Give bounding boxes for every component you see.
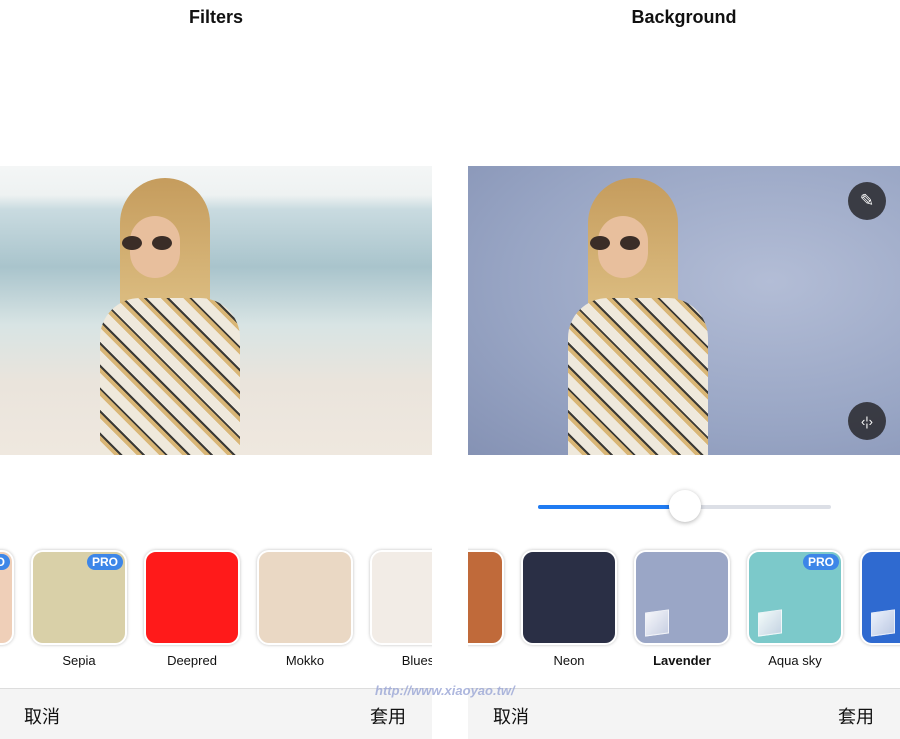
background-thumbnail[interactable] (860, 550, 900, 645)
filter-thumbnail[interactable] (370, 550, 432, 645)
background-thumbnail[interactable] (634, 550, 730, 645)
cancel-button[interactable]: 取消 (24, 703, 60, 729)
background-label: Lavender (653, 653, 711, 668)
filter-item[interactable]: PRO Sepia (31, 550, 127, 668)
filter-item[interactable]: Blues (370, 550, 432, 668)
photo-preview: ✎ ‹¦› (468, 166, 900, 455)
filter-label: Mokko (285, 653, 325, 668)
background-label: Az (860, 653, 900, 668)
filter-label: Deepred (167, 653, 217, 668)
brush-icon[interactable]: ✎ (848, 182, 886, 220)
background-thumbnail[interactable]: PRO (747, 550, 843, 645)
cube-icon (645, 609, 669, 637)
pro-badge: PRO (0, 554, 10, 570)
panel-title: Background (631, 7, 737, 27)
apply-button[interactable]: 套用 (370, 703, 406, 729)
split-compare-icon[interactable]: ‹¦› (848, 402, 886, 440)
background-thumbnail[interactable] (468, 550, 504, 645)
filter-item[interactable]: Mokko (257, 550, 353, 668)
person-photo (100, 178, 250, 455)
filter-label: Sepia (62, 653, 96, 668)
bottom-bar: 取消 套用 (0, 688, 432, 739)
cube-icon (871, 609, 895, 637)
pro-badge: PRO (802, 554, 839, 570)
background-item[interactable]: Az (860, 550, 900, 668)
background-item[interactable] (468, 550, 504, 653)
background-strip[interactable]: Neon Lavender PRO Aqua sky Az (468, 550, 900, 670)
filter-thumbnail[interactable] (257, 550, 353, 645)
watermark: http://www.xiaoyao.tw/ (375, 683, 515, 698)
photo-preview (0, 166, 432, 455)
bottom-bar: 取消 套用 (468, 688, 900, 739)
cube-icon (758, 609, 782, 637)
background-label: Neon (553, 653, 585, 668)
slider-thumb[interactable] (668, 490, 701, 522)
intensity-slider[interactable] (538, 490, 831, 522)
apply-button[interactable]: 套用 (838, 703, 874, 729)
filter-thumbnail[interactable] (144, 550, 240, 645)
filter-strip[interactable]: PRO PRO Sepia Deepred Mokko Blues (0, 550, 432, 670)
filter-thumbnail[interactable]: PRO (31, 550, 127, 645)
filters-panel: Filters PRO PRO Sepia Deepred Mokko Blues 取消 … (0, 0, 432, 739)
panel-title: Filters (188, 7, 244, 27)
background-label: Aqua sky (768, 653, 822, 668)
background-item[interactable]: Lavender (634, 550, 730, 668)
background-item[interactable]: Neon (521, 550, 617, 668)
person-photo (568, 178, 718, 455)
filter-thumbnail[interactable]: PRO (0, 550, 14, 645)
background-panel: Background ✎ ‹¦› Neon Lavender PRO Aqua sky… (468, 0, 900, 739)
background-item[interactable]: PRO Aqua sky (747, 550, 843, 668)
cancel-button[interactable]: 取消 (493, 703, 529, 729)
filter-label: Blues (401, 653, 432, 668)
filter-item[interactable]: PRO (0, 550, 14, 653)
background-thumbnail[interactable] (521, 550, 617, 645)
filter-item[interactable]: Deepred (144, 550, 240, 668)
pro-badge: PRO (86, 554, 123, 570)
